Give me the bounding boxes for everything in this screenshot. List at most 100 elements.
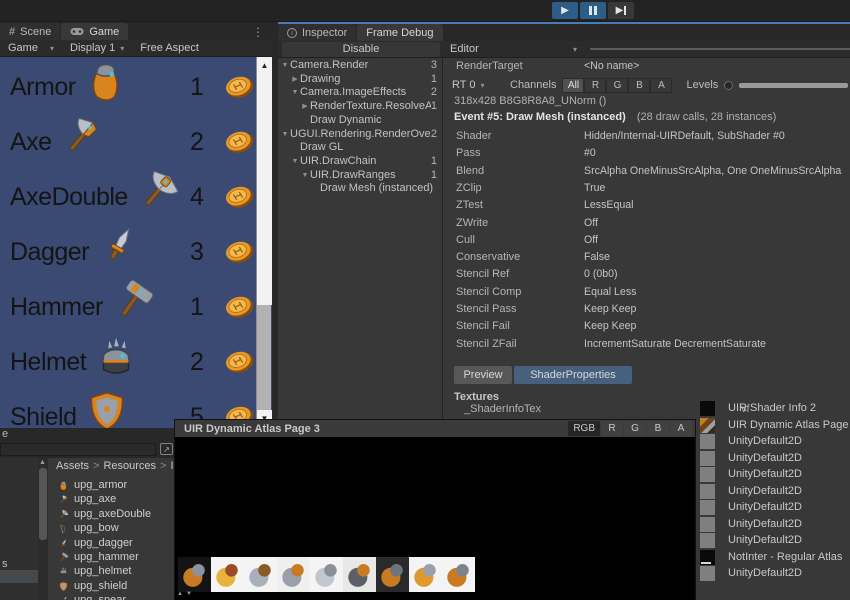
texture-list-row[interactable]: UIR Shader Info 2: [700, 400, 816, 416]
channel-button-g[interactable]: G: [606, 78, 628, 93]
texture-list-row[interactable]: UnityDefault2D: [700, 532, 802, 548]
event-tree-row[interactable]: ▶RenderTexture.ResolveA1: [278, 99, 442, 113]
tab-frame-debug[interactable]: Frame Debug: [357, 24, 442, 41]
panel-menu-icon[interactable]: ⋮: [252, 25, 264, 39]
texture-list-row[interactable]: UIR Dynamic Atlas Page: [700, 417, 848, 433]
foldout-open-icon[interactable]: ▼: [280, 131, 290, 138]
event-tree-row[interactable]: ▼UGUI.Rendering.RenderOverla2: [278, 127, 442, 141]
asset-file-row[interactable]: upg_axe: [58, 492, 116, 506]
scroll-up-button[interactable]: ▲: [257, 57, 272, 75]
tab-inspector[interactable]: i Inspector: [278, 24, 356, 41]
target-dropdown[interactable]: Editor ▾: [444, 41, 583, 57]
atlas-channel-button-g[interactable]: G: [624, 421, 646, 436]
foldout-closed-icon[interactable]: ▶: [300, 102, 310, 110]
folder-tree-selected-row[interactable]: [0, 570, 38, 583]
texture-thumbnail: [700, 550, 715, 565]
asset-file-row[interactable]: upg_shield: [58, 579, 127, 593]
helmet-asset-icon: [58, 566, 69, 577]
scrollbar-thumb[interactable]: [257, 75, 272, 305]
project-scrollbar[interactable]: ▲: [38, 458, 48, 600]
event-tree-row[interactable]: Draw GL: [278, 140, 442, 154]
coin-icon: [222, 347, 258, 382]
shader-state-value: LessEqual: [584, 199, 848, 211]
play-button[interactable]: ▶: [552, 2, 578, 19]
breadcrumb-item[interactable]: Assets: [56, 460, 89, 472]
texture-list-row[interactable]: UnityDefault2D: [700, 499, 802, 515]
step-icon: ▶: [616, 5, 624, 16]
foldout-open-icon[interactable]: ▼: [290, 158, 300, 165]
event-tree-row[interactable]: ▶Drawing1: [278, 72, 442, 86]
atlas-channel-button-a[interactable]: A: [670, 421, 692, 436]
event-tree-row[interactable]: ▼Camera.Render3: [278, 58, 442, 72]
texture-list-row[interactable]: UnityDefault2D: [700, 450, 802, 466]
event-scrubber-slider[interactable]: [590, 48, 850, 50]
texture-name: UnityDefault2D: [728, 435, 802, 447]
tab-game[interactable]: Game: [61, 23, 128, 40]
search-input[interactable]: [0, 443, 156, 456]
foldout-closed-icon[interactable]: ▶: [290, 75, 300, 83]
scroll-down-icon[interactable]: ▼: [186, 591, 195, 597]
atlas-channel-button-r[interactable]: R: [601, 421, 623, 436]
asset-file-row[interactable]: upg_hammer: [58, 550, 139, 564]
event-tree-label: Draw Dynamic: [310, 114, 437, 126]
atlas-channel-button-b[interactable]: B: [647, 421, 669, 436]
atlas-scroll-markers[interactable]: ▲▼: [177, 591, 195, 597]
disable-button[interactable]: Disable: [282, 42, 440, 57]
inventory-row: Armor1: [10, 60, 256, 115]
asset-file-row[interactable]: upg_armor: [58, 478, 127, 492]
step-button[interactable]: ▶: [608, 2, 634, 19]
event-draw-count: 1: [431, 169, 442, 181]
item-quantity: 2: [182, 128, 212, 157]
scroll-up-icon[interactable]: ▲: [177, 591, 186, 597]
asset-file-row[interactable]: upg_axeDouble: [58, 507, 151, 521]
levels-slider-track[interactable]: [739, 83, 848, 88]
shader-state-row: Stencil ZFailIncrementSaturate Decrement…: [444, 338, 850, 354]
atlas-sprite-tile: [343, 557, 376, 592]
project-tab-fragment[interactable]: e: [0, 428, 175, 442]
atlas-sprite-tile: [409, 557, 442, 592]
view-mode-dropdown[interactable]: Game ▾: [0, 40, 62, 56]
display-dropdown[interactable]: Display 1 ▾: [62, 40, 132, 56]
texture-list-row[interactable]: UnityDefault2D: [700, 483, 802, 499]
pick-window-icon[interactable]: ↗: [160, 443, 173, 455]
atlas-window-titlebar[interactable]: UIR Dynamic Atlas Page 3 RGBRGBA: [175, 420, 695, 437]
texture-list-row[interactable]: UnityDefault2D: [700, 433, 802, 449]
event-tree-label: RenderTexture.ResolveA: [310, 100, 431, 112]
foldout-open-icon[interactable]: ▼: [290, 89, 300, 96]
asset-file-row[interactable]: upg_bow: [58, 521, 119, 535]
game-scrollbar[interactable]: ▲ ▼: [256, 57, 271, 428]
channel-button-r[interactable]: R: [584, 78, 606, 93]
event-tree-row[interactable]: Draw Mesh (instanced): [278, 181, 442, 195]
channel-button-b[interactable]: B: [628, 78, 650, 93]
scroll-up-icon[interactable]: ▲: [39, 459, 46, 466]
folder-tree-fragment[interactable]: s: [2, 558, 8, 570]
scrollbar-thumb[interactable]: [39, 468, 47, 540]
foldout-open-icon[interactable]: ▼: [280, 62, 290, 69]
asset-file-row[interactable]: upg_spear: [58, 593, 126, 600]
item-quantity: 1: [182, 73, 212, 102]
event-tree-row[interactable]: ▼UIR.DrawChain1: [278, 154, 442, 168]
pause-button[interactable]: [580, 2, 606, 19]
tab-scene[interactable]: # Scene: [0, 23, 60, 40]
atlas-window-title: UIR Dynamic Atlas Page 3: [184, 423, 320, 435]
preview-tab-button[interactable]: Preview: [454, 366, 512, 384]
channel-button-all[interactable]: All: [562, 78, 584, 93]
atlas-channel-button-rgb[interactable]: RGB: [568, 421, 600, 436]
asset-file-row[interactable]: upg_dagger: [58, 536, 133, 550]
event-tree-row[interactable]: ▼UIR.DrawRanges1: [278, 168, 442, 182]
rt-dropdown[interactable]: RT 0 ▾: [452, 79, 504, 91]
levels-slider-thumb[interactable]: [724, 81, 733, 90]
breadcrumb-item[interactable]: Resources: [103, 460, 156, 472]
channel-button-a[interactable]: A: [650, 78, 672, 93]
tab-game-label: Game: [89, 26, 119, 38]
texture-list-row[interactable]: NotInter - Regular Atlas: [700, 549, 842, 565]
asset-file-row[interactable]: upg_helmet: [58, 564, 132, 578]
aspect-dropdown[interactable]: Free Aspect: [132, 40, 207, 56]
shader-properties-tab-button[interactable]: ShaderProperties: [514, 366, 632, 384]
foldout-open-icon[interactable]: ▼: [300, 172, 310, 179]
texture-list-row[interactable]: UnityDefault2D: [700, 565, 802, 581]
texture-list-row[interactable]: UnityDefault2D: [700, 516, 802, 532]
texture-list-row[interactable]: UnityDefault2D: [700, 466, 802, 482]
event-tree-row[interactable]: ▼Camera.ImageEffects2: [278, 85, 442, 99]
event-tree-row[interactable]: Draw Dynamic: [278, 113, 442, 127]
